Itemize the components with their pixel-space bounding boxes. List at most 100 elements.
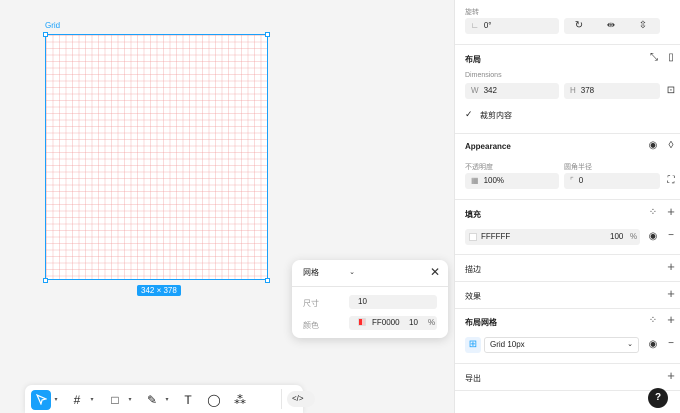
opacity-input[interactable]: ▦ 100% bbox=[465, 173, 559, 189]
frame-tool-icon[interactable]: # bbox=[67, 390, 87, 410]
grid-styles-icon[interactable]: ⁘ bbox=[647, 315, 659, 327]
width-input[interactable]: W 342 bbox=[465, 83, 559, 99]
styles-grid-icon[interactable]: ⁘ bbox=[647, 207, 659, 219]
remove-fill-icon[interactable]: − bbox=[665, 230, 677, 242]
layout-grid-value: Grid 10px bbox=[490, 340, 525, 349]
opacity-label: 不透明度 bbox=[465, 164, 493, 171]
chevron-down-icon: ⌄ bbox=[627, 341, 633, 348]
fill-hex[interactable]: FFFFFF bbox=[481, 229, 510, 245]
percent-sign: % bbox=[428, 318, 436, 327]
selected-frame[interactable] bbox=[45, 34, 268, 280]
grid-color-label: 颜色 bbox=[303, 321, 319, 330]
export-section-title[interactable]: 导出 bbox=[465, 373, 481, 384]
section-divider bbox=[455, 281, 680, 282]
grid-type-select[interactable]: 网格 ⌄ bbox=[303, 265, 359, 281]
corner-radius-value: 0 bbox=[578, 176, 584, 185]
grid-size-input[interactable]: 10 bbox=[349, 295, 437, 309]
section-divider bbox=[455, 44, 680, 45]
section-divider bbox=[455, 199, 680, 200]
section-divider bbox=[455, 254, 680, 255]
pen-tool-icon[interactable]: ✎ bbox=[142, 390, 162, 410]
layout-grid-select[interactable]: Grid 10px ⌄ bbox=[484, 337, 639, 353]
frame-tool-chevron-icon[interactable]: ▾ bbox=[88, 390, 96, 410]
rotation-input[interactable]: ∟ 0° bbox=[465, 18, 559, 34]
opacity-icon: ▦ bbox=[471, 176, 479, 185]
frame-label[interactable]: Grid bbox=[45, 21, 60, 30]
popup-divider bbox=[292, 286, 448, 287]
corner-radius-icon: ⌜ bbox=[570, 176, 574, 185]
height-prefix: H bbox=[570, 86, 576, 95]
toolbar-divider bbox=[281, 389, 282, 409]
angle-icon: ∟ bbox=[471, 21, 479, 30]
close-icon[interactable]: ✕ bbox=[430, 266, 440, 278]
fill-section-title: 填充 bbox=[465, 210, 481, 219]
checkmark-icon[interactable]: ✓ bbox=[465, 109, 473, 120]
width-prefix: W bbox=[471, 86, 479, 95]
bottom-toolbar: ▾ # ▾ □ ▾ ✎ ▾ T ◯ ⁂ </> bbox=[25, 385, 315, 413]
auto-layout-icon[interactable]: ▯ bbox=[665, 52, 677, 64]
fill-opacity[interactable]: 100 bbox=[610, 229, 623, 245]
move-tool-chevron-icon[interactable]: ▾ bbox=[52, 390, 60, 410]
height-input[interactable]: H 378 bbox=[564, 83, 660, 99]
rectangle-tool-icon[interactable]: □ bbox=[105, 390, 125, 410]
flip-vertical-icon[interactable]: ⇳ bbox=[637, 20, 649, 32]
add-stroke-icon[interactable]: + bbox=[665, 260, 677, 273]
grid-visibility-eye-icon[interactable]: ◉ bbox=[647, 339, 659, 351]
help-button[interactable]: ? bbox=[648, 388, 668, 408]
independent-corners-icon[interactable]: ⛶ bbox=[665, 175, 677, 187]
add-layout-grid-icon[interactable]: + bbox=[665, 313, 677, 326]
color-swatch[interactable] bbox=[358, 318, 366, 326]
resize-handle-bottom-left[interactable] bbox=[43, 278, 48, 283]
size-badge: 342 × 378 bbox=[137, 285, 181, 296]
appearance-section-title: Appearance bbox=[465, 142, 511, 151]
fill-row[interactable]: FFFFFF 100 % bbox=[465, 229, 640, 245]
collapse-icon[interactable]: ⤡ bbox=[648, 52, 660, 64]
remove-grid-icon[interactable]: − bbox=[665, 338, 677, 350]
pen-tool-chevron-icon[interactable]: ▾ bbox=[163, 390, 171, 410]
resize-handle-top-left[interactable] bbox=[43, 32, 48, 37]
grid-type-value: 网格 bbox=[303, 268, 319, 277]
eye-icon[interactable]: ◉ bbox=[647, 140, 659, 152]
add-fill-icon[interactable]: + bbox=[665, 205, 677, 218]
grid-settings-icon[interactable]: ⊞ bbox=[465, 337, 481, 353]
section-divider bbox=[455, 390, 680, 391]
corner-radius-label: 圆角半径 bbox=[564, 164, 592, 171]
rotation-value: 0° bbox=[483, 21, 492, 30]
fill-color-swatch[interactable] bbox=[469, 233, 477, 241]
add-export-icon[interactable]: + bbox=[665, 369, 677, 382]
rectangle-tool-chevron-icon[interactable]: ▾ bbox=[126, 390, 134, 410]
corner-radius-input[interactable]: ⌜ 0 bbox=[564, 173, 660, 189]
section-divider bbox=[455, 133, 680, 134]
clip-content-label[interactable]: 裁剪内容 bbox=[480, 110, 512, 121]
fill-visibility-eye-icon[interactable]: ◉ bbox=[647, 231, 659, 243]
section-divider bbox=[455, 363, 680, 364]
resize-handle-top-right[interactable] bbox=[265, 32, 270, 37]
grid-color-opacity[interactable]: 10 bbox=[409, 316, 418, 330]
drop-icon[interactable]: ◊ bbox=[665, 140, 677, 152]
constrain-proportions-icon[interactable]: ⊡ bbox=[665, 85, 677, 97]
actions-tool-icon[interactable]: ⁂ bbox=[230, 390, 250, 410]
transform-buttons: ↻ ⇹ ⇳ bbox=[564, 18, 660, 34]
grid-size-label: 尺寸 bbox=[303, 299, 319, 308]
chevron-down-icon: ⌄ bbox=[349, 269, 355, 276]
flip-horizontal-icon[interactable]: ⇹ bbox=[605, 20, 617, 32]
grid-color-hex[interactable]: FF0000 bbox=[372, 318, 400, 327]
grid-settings-popup: 网格 ⌄ ✕ 尺寸 10 颜色 FF0000 10 % bbox=[292, 260, 448, 338]
section-divider bbox=[455, 308, 680, 309]
add-effect-icon[interactable]: + bbox=[665, 287, 677, 300]
text-tool-icon[interactable]: T bbox=[178, 390, 198, 410]
layout-grid-section-title: 布局网格 bbox=[465, 318, 497, 327]
rotation-label: 旋转 bbox=[465, 9, 479, 16]
resize-handle-bottom-right[interactable] bbox=[265, 278, 270, 283]
canvas[interactable]: Grid 342 × 378 bbox=[0, 0, 454, 413]
width-value: 342 bbox=[483, 86, 497, 95]
move-tool-icon[interactable] bbox=[31, 390, 51, 410]
stroke-section-title[interactable]: 描边 bbox=[465, 264, 481, 275]
rotate-90-icon[interactable]: ↻ bbox=[573, 20, 585, 32]
comment-tool-icon[interactable]: ◯ bbox=[204, 390, 224, 410]
grid-color-input[interactable]: FF0000 10 % bbox=[349, 316, 437, 330]
effects-section-title[interactable]: 效果 bbox=[465, 291, 481, 302]
height-value: 378 bbox=[580, 86, 595, 95]
dev-mode-toggle[interactable]: </> bbox=[287, 391, 315, 407]
opacity-value: 100% bbox=[483, 176, 505, 185]
